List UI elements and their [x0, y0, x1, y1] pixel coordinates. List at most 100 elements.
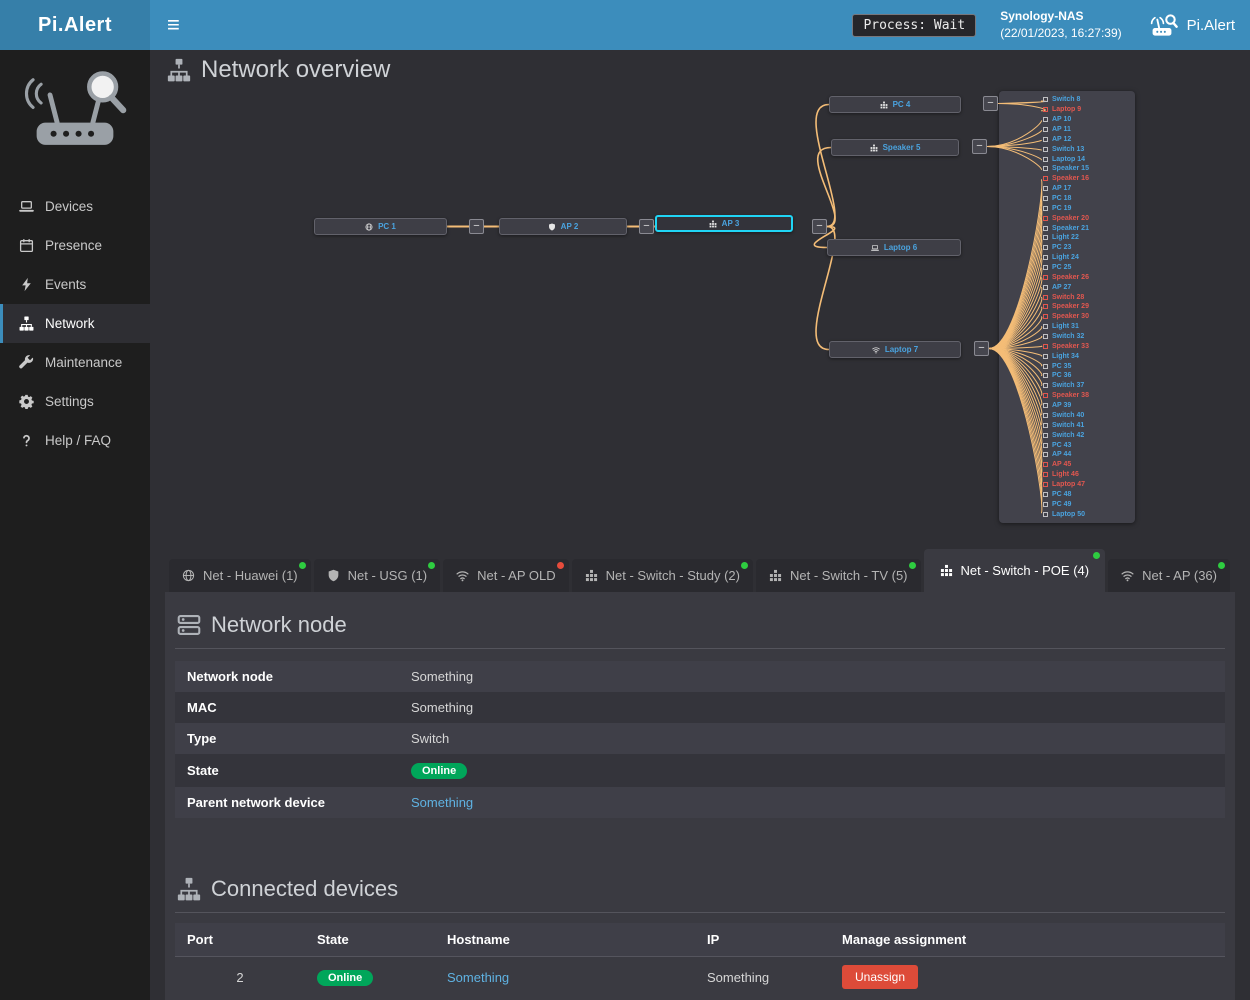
table-row: TypeSwitch [175, 723, 1225, 754]
cluster-device[interactable]: AP 27 [1043, 284, 1131, 291]
cluster-device[interactable]: Laptop 9 [1043, 106, 1131, 113]
cluster-device[interactable]: Speaker 30 [1043, 313, 1131, 320]
cluster-device[interactable]: Laptop 50 [1043, 511, 1131, 518]
pialert-logo-icon [1146, 13, 1178, 37]
cluster-device[interactable]: AP 45 [1043, 461, 1131, 468]
cluster-device[interactable]: Switch 37 [1043, 382, 1131, 389]
cluster-device[interactable]: Speaker 21 [1043, 225, 1131, 232]
network-node-ap-3[interactable]: AP 3 [655, 215, 793, 232]
node-label: PC 1 [378, 222, 396, 231]
collapse-toggle[interactable]: − [974, 341, 989, 356]
cluster-device[interactable]: Light 24 [1043, 254, 1131, 261]
column-header-manage-assignment: Manage assignment [830, 923, 1225, 957]
cluster-device[interactable]: AP 17 [1043, 185, 1131, 192]
connected-devices-title: Connected devices [177, 876, 1225, 902]
cluster-device[interactable]: Speaker 33 [1043, 343, 1131, 350]
cluster-device[interactable]: PC 35 [1043, 363, 1131, 370]
network-node-laptop-7[interactable]: Laptop 7 [829, 341, 961, 358]
device-name: PC 25 [1052, 264, 1071, 271]
tab-net-switch-tv-5[interactable]: Net - Switch - TV (5) [756, 559, 921, 592]
device-icon [1043, 285, 1048, 290]
parent-device-link[interactable]: Something [411, 795, 473, 810]
cluster-device[interactable]: Light 46 [1043, 471, 1131, 478]
cluster-device[interactable]: Speaker 16 [1043, 175, 1131, 182]
device-icon [1043, 334, 1048, 339]
unassign-button[interactable]: Unassign [842, 965, 918, 989]
brand-logo[interactable]: Pi.Alert [0, 0, 150, 50]
device-name: Switch 42 [1052, 432, 1084, 439]
sidebar-item-devices[interactable]: Devices [0, 187, 150, 226]
cluster-device[interactable]: AP 11 [1043, 126, 1131, 133]
cluster-device[interactable]: Switch 13 [1043, 146, 1131, 153]
network-node-pc-4[interactable]: PC 4 [829, 96, 961, 113]
device-name: Speaker 16 [1052, 175, 1089, 182]
cluster-device[interactable]: Laptop 14 [1043, 156, 1131, 163]
cluster-device[interactable]: Switch 42 [1043, 432, 1131, 439]
cluster-device[interactable]: Light 34 [1043, 353, 1131, 360]
cluster-device[interactable]: Light 22 [1043, 234, 1131, 241]
network-node-ap-2[interactable]: AP 2 [499, 218, 627, 235]
tab-net-switch-study-2[interactable]: Net - Switch - Study (2) [572, 559, 753, 592]
table-row: MACSomething [175, 692, 1225, 723]
cluster-device[interactable]: Light 31 [1043, 323, 1131, 330]
device-icon [1043, 344, 1048, 349]
sitemap-icon [17, 316, 35, 331]
network-node-pc-1[interactable]: PC 1 [314, 218, 447, 235]
cluster-device[interactable]: Switch 8 [1043, 96, 1131, 103]
cluster-device[interactable]: Switch 41 [1043, 422, 1131, 429]
network-node-laptop-6[interactable]: Laptop 6 [827, 239, 961, 256]
sidebar: DevicesPresenceEventsNetworkMaintenanceS… [0, 50, 150, 1000]
sidebar-item-help-faq[interactable]: Help / FAQ [0, 421, 150, 460]
network-node-speaker-5[interactable]: Speaker 5 [831, 139, 959, 156]
cluster-device[interactable]: Speaker 20 [1043, 215, 1131, 222]
sidebar-item-presence[interactable]: Presence [0, 226, 150, 265]
row-value: Something [399, 692, 1225, 723]
column-header-state: State [305, 923, 435, 957]
ethernet-icon [880, 101, 888, 109]
cluster-device[interactable]: Switch 28 [1043, 294, 1131, 301]
cluster-device[interactable]: AP 39 [1043, 402, 1131, 409]
device-name: PC 18 [1052, 195, 1071, 202]
hostname-link[interactable]: Something [447, 970, 509, 985]
tab-net-huawei-1[interactable]: Net - Huawei (1) [169, 559, 311, 592]
sidebar-item-network[interactable]: Network [0, 304, 150, 343]
device-name: PC 35 [1052, 363, 1071, 370]
cluster-device[interactable]: Switch 32 [1043, 333, 1131, 340]
device-icon [1043, 226, 1048, 231]
cluster-device[interactable]: PC 36 [1043, 372, 1131, 379]
collapse-toggle[interactable]: − [639, 219, 654, 234]
sidebar-item-settings[interactable]: Settings [0, 382, 150, 421]
tab-net-usg-1[interactable]: Net - USG (1) [314, 559, 440, 592]
device-name: AP 44 [1052, 451, 1071, 458]
sidebar-item-events[interactable]: Events [0, 265, 150, 304]
cluster-device[interactable]: PC 48 [1043, 491, 1131, 498]
cluster-device[interactable]: PC 25 [1043, 264, 1131, 271]
sidebar-item-label: Help / FAQ [45, 433, 111, 448]
cluster-device[interactable]: AP 44 [1043, 451, 1131, 458]
device-icon [1043, 127, 1048, 132]
collapse-toggle[interactable]: − [812, 219, 827, 234]
cluster-device[interactable]: PC 23 [1043, 244, 1131, 251]
tab-net-ap-old[interactable]: Net - AP OLD [443, 559, 569, 592]
sidebar-item-maintenance[interactable]: Maintenance [0, 343, 150, 382]
cluster-device[interactable]: Switch 40 [1043, 412, 1131, 419]
cluster-device[interactable]: Speaker 29 [1043, 303, 1131, 310]
cluster-device[interactable]: PC 18 [1043, 195, 1131, 202]
sidebar-toggle-icon[interactable]: ≡ [167, 14, 180, 36]
cluster-device[interactable]: PC 49 [1043, 501, 1131, 508]
cluster-device[interactable]: Laptop 47 [1043, 481, 1131, 488]
collapse-toggle[interactable]: − [469, 219, 484, 234]
tab-net-switch-poe-4[interactable]: Net - Switch - POE (4) [924, 549, 1106, 592]
cluster-device[interactable]: Speaker 15 [1043, 165, 1131, 172]
collapse-toggle[interactable]: − [972, 139, 987, 154]
cluster-device[interactable]: AP 10 [1043, 116, 1131, 123]
tab-net-ap-36[interactable]: Net - AP (36) [1108, 559, 1230, 592]
shield-icon [548, 223, 556, 231]
cluster-device[interactable]: Speaker 26 [1043, 274, 1131, 281]
cluster-device[interactable]: Speaker 38 [1043, 392, 1131, 399]
cluster-device[interactable]: PC 43 [1043, 442, 1131, 449]
collapse-toggle[interactable]: − [983, 96, 998, 111]
cluster-device[interactable]: PC 19 [1043, 205, 1131, 212]
cluster-device[interactable]: AP 12 [1043, 136, 1131, 143]
app-logo[interactable]: Pi.Alert [1146, 13, 1235, 37]
